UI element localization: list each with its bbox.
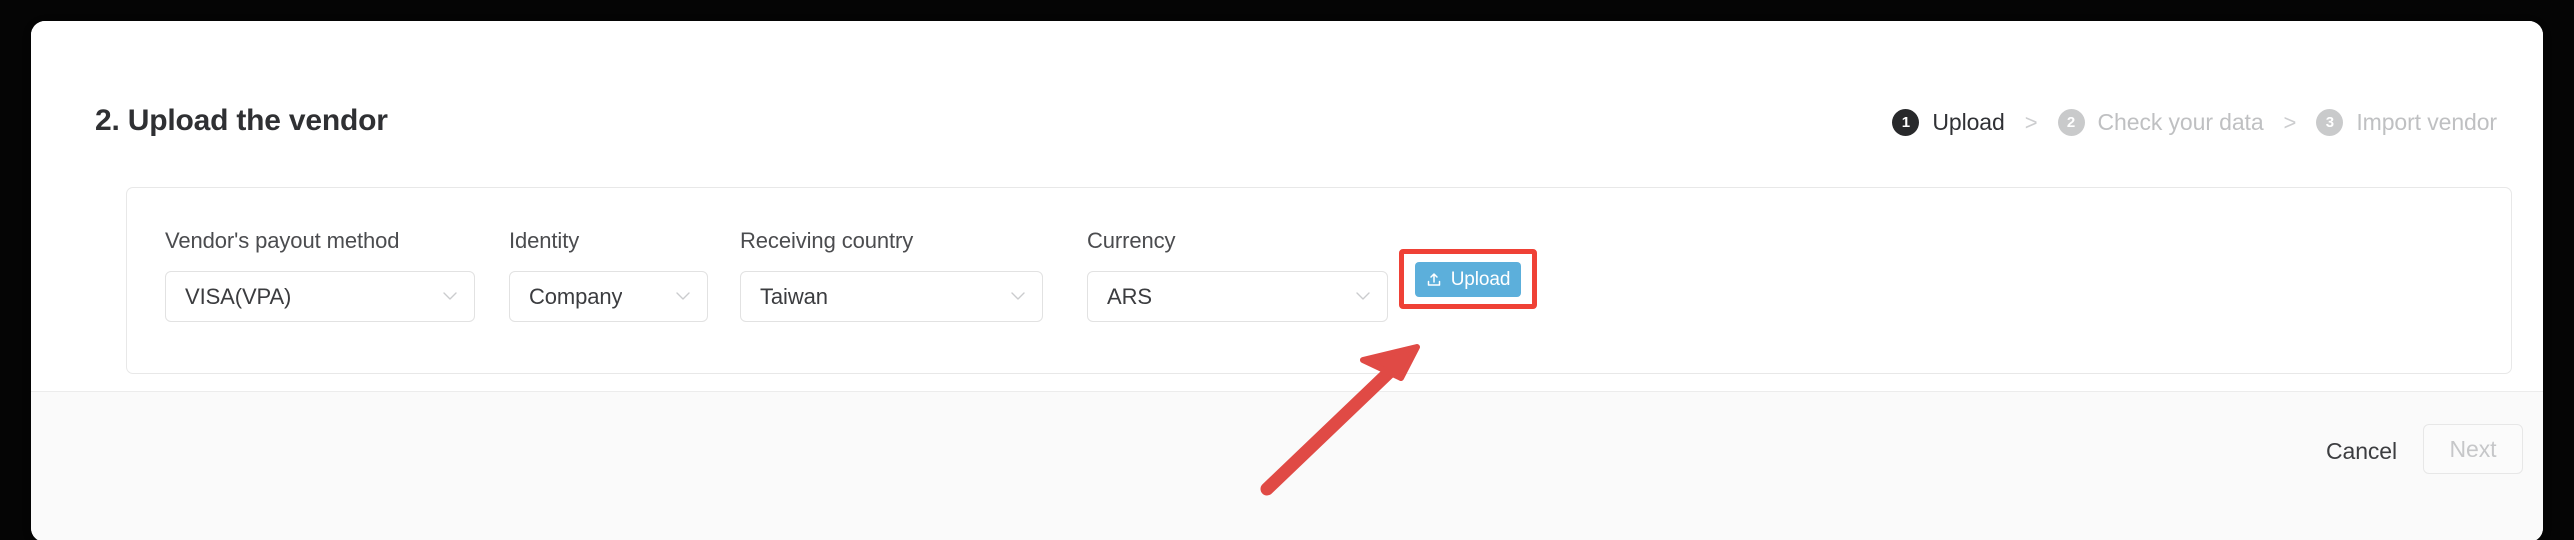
step-label-check-your-data: Check your data xyxy=(2097,109,2264,135)
label-vendors-payout-method: Vendor's payout method xyxy=(165,228,400,253)
select-vendors-payout-method[interactable]: VISA(VPA) xyxy=(165,271,475,322)
screenshot-bezel: 2. Upload the vendor 1 Upload > 2 Check … xyxy=(0,0,2574,540)
label-identity: Identity xyxy=(509,228,580,253)
modal-footer: Cancel Next xyxy=(31,392,2543,540)
step-number-badge-2: 2 xyxy=(2057,109,2085,136)
next-button: Next xyxy=(2423,424,2523,474)
stepper-separator-1: > xyxy=(2024,109,2038,135)
field-currency: Currency ARS xyxy=(1087,228,1388,322)
chevron-down-icon xyxy=(1010,288,1026,304)
modal-body: 2. Upload the vendor 1 Upload > 2 Check … xyxy=(31,21,2543,392)
field-identity: Identity Company xyxy=(509,228,708,322)
label-receiving-country: Receiving country xyxy=(740,228,914,253)
select-receiving-country[interactable]: Taiwan xyxy=(740,271,1043,322)
chevron-down-icon xyxy=(1355,288,1371,304)
select-value-currency: ARS xyxy=(1107,283,1152,309)
chevron-down-icon xyxy=(675,288,691,304)
upload-vendor-modal: 2. Upload the vendor 1 Upload > 2 Check … xyxy=(31,21,2543,540)
upload-icon xyxy=(1426,272,1442,288)
step-number-badge-3: 3 xyxy=(2316,109,2344,136)
vendor-upload-form-panel: Vendor's payout method VISA(VPA) Identit… xyxy=(126,187,2512,374)
cancel-button[interactable]: Cancel xyxy=(2326,438,2397,465)
upload-button[interactable]: Upload xyxy=(1415,262,1521,297)
stepper-step-upload[interactable]: 1 Upload xyxy=(1892,109,2005,136)
field-receiving-country: Receiving country Taiwan xyxy=(740,228,1043,322)
step-label-upload: Upload xyxy=(1932,109,2005,135)
upload-button-label: Upload xyxy=(1450,268,1511,290)
select-value-vendors-payout-method: VISA(VPA) xyxy=(185,283,292,309)
step-number-badge-1: 1 xyxy=(1892,109,1920,136)
stepper-separator-2: > xyxy=(2283,109,2297,135)
field-vendors-payout-method: Vendor's payout method VISA(VPA) xyxy=(165,228,475,322)
select-identity[interactable]: Company xyxy=(509,271,708,322)
select-value-receiving-country: Taiwan xyxy=(760,283,828,309)
stepper-step-check-your-data[interactable]: 2 Check your data xyxy=(2057,109,2264,136)
chevron-down-icon xyxy=(442,288,458,304)
select-currency[interactable]: ARS xyxy=(1087,271,1388,322)
select-value-identity: Company xyxy=(529,283,623,309)
stepper-step-import-vendor[interactable]: 3 Import vendor xyxy=(2316,109,2497,136)
label-currency: Currency xyxy=(1087,228,1176,253)
step-label-import-vendor: Import vendor xyxy=(2356,109,2497,135)
page-title: 2. Upload the vendor xyxy=(95,104,388,137)
wizard-stepper: 1 Upload > 2 Check your data > 3 Import … xyxy=(1892,109,2497,136)
